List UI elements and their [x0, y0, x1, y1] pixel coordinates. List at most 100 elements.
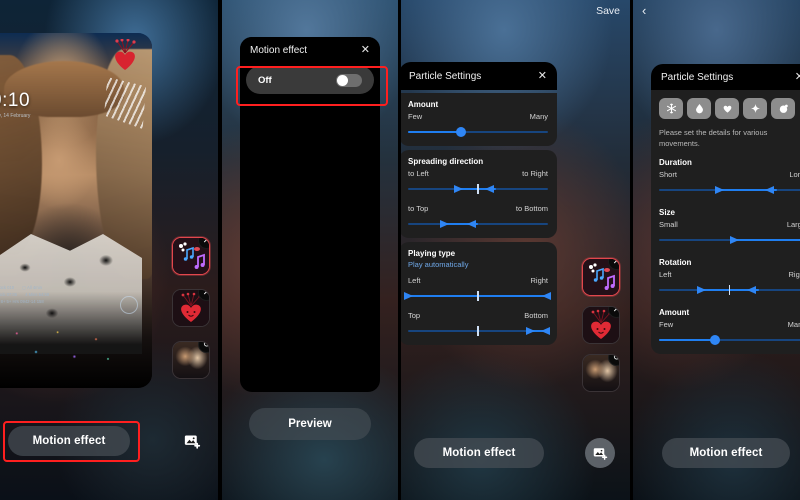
spread-h-max-label: to Right: [522, 169, 548, 178]
amount-max-label: Many: [787, 320, 800, 329]
duration-range-labels: Short Long: [659, 170, 800, 179]
music-sticker-thumbnail[interactable]: ✕: [582, 258, 620, 296]
add-image-icon[interactable]: [177, 426, 207, 456]
close-icon[interactable]: ✕: [361, 44, 370, 56]
spread-v-min-label: to Top: [408, 204, 429, 213]
playing-type-card: Playing type Play automatically Left Rig…: [401, 242, 557, 345]
lockscreen-date: Tuesday, 14 February: [0, 113, 31, 119]
toggle-row-label: Off: [258, 74, 272, 86]
particle-details-card: Please set the details for various movem…: [651, 90, 800, 354]
spread-v-max-label: to Bottom: [515, 204, 548, 213]
amount-label: Amount: [659, 308, 690, 317]
rotation-max-label: Right: [788, 270, 800, 279]
spread-horizontal-slider[interactable]: [408, 184, 548, 194]
amount-range-labels: Few Many: [408, 112, 548, 121]
duration-slider[interactable]: [659, 185, 800, 195]
sheet-header: Motion effect ✕: [240, 37, 380, 63]
size-max-label: Large: [786, 220, 800, 229]
sheet-header: Particle Settings ✕: [651, 64, 800, 90]
motion-effect-sheet: Motion effect ✕ Off: [240, 37, 380, 392]
snowflake-particle-icon[interactable]: [659, 98, 683, 119]
sheet-header: Particle Settings ✕: [401, 62, 557, 90]
amount-slider[interactable]: [408, 127, 548, 137]
play-h-max-label: Right: [530, 276, 548, 285]
screenshot-root: 09:10 Tuesday, 14 February ▢ Lock 010▢ A…: [0, 0, 800, 500]
duration-max-label: Long: [789, 170, 800, 179]
top-bar: Save: [401, 0, 630, 26]
motion-effect-toggle[interactable]: [336, 73, 362, 87]
rotation-min-label: Left: [659, 270, 672, 279]
heart-sticker-icon: [108, 38, 142, 73]
amount-max-label: Many: [529, 112, 548, 121]
sticker-rail: ✕ ✕ ↻: [582, 258, 620, 392]
preview-button[interactable]: Preview: [249, 408, 371, 440]
spread-h-range-labels: to Left to Right: [408, 169, 548, 178]
play-horizontal-slider[interactable]: [403, 291, 552, 301]
particle-description: Please set the details for various movem…: [659, 128, 768, 148]
size-range-labels: Small Large: [659, 220, 800, 229]
size-min-label: Small: [659, 220, 678, 229]
lockscreen-widget: ▢ Lock 010▢ All 4min M Lock 07:064 Mins …: [0, 285, 50, 304]
sheet-title: Particle Settings: [409, 70, 482, 82]
play-h-range-labels: Left Right: [408, 276, 548, 285]
amount-label: Amount: [408, 100, 439, 109]
amount-min-label: Few: [408, 112, 423, 121]
panel-particle-details: ‹ Particle Settings ✕ Please set the det…: [633, 0, 800, 500]
motion-effect-button[interactable]: Motion effect: [662, 438, 790, 468]
spread-v-range-labels: to Top to Bottom: [408, 204, 548, 213]
droplet-particle-icon[interactable]: [687, 98, 711, 119]
phone-lockscreen-preview[interactable]: 09:10 Tuesday, 14 February ▢ Lock 010▢ A…: [0, 33, 152, 388]
amount-range-labels: Few Many: [659, 320, 800, 329]
rotation-range-labels: Left Right: [659, 270, 800, 279]
play-h-min-label: Left: [408, 276, 421, 285]
play-vertical-slider[interactable]: [408, 326, 550, 336]
play-v-max-label: Bottom: [524, 311, 548, 320]
heart-sticker-thumbnail[interactable]: ✕: [172, 289, 210, 327]
bubble-particle-icon[interactable]: [771, 98, 795, 119]
particle-settings-sheet: Particle Settings ✕ Amount Few Many Spre…: [401, 62, 557, 424]
sticker-rail: ✕ ✕ ↻: [172, 237, 210, 379]
duration-min-label: Short: [659, 170, 677, 179]
sheet-title: Motion effect: [250, 44, 308, 56]
heart-sticker-thumbnail[interactable]: ✕: [582, 306, 620, 344]
size-slider[interactable]: [659, 235, 800, 245]
spread-h-min-label: to Left: [408, 169, 429, 178]
music-sticker-thumbnail[interactable]: ✕: [172, 237, 210, 275]
duration-label: Duration: [659, 158, 692, 167]
top-bar: ‹: [633, 0, 800, 26]
amount-card: Amount Few Many: [401, 93, 557, 146]
amount-slider[interactable]: [659, 335, 800, 345]
confetti-particles: [0, 316, 120, 374]
rotation-label: Rotation: [659, 258, 692, 267]
spreading-direction-label: Spreading direction: [408, 157, 484, 166]
amount-min-label: Few: [659, 320, 674, 329]
panel-motion-effect-sheet: Motion effect ✕ Off Preview: [222, 0, 398, 500]
spread-vertical-slider[interactable]: [408, 219, 548, 229]
rotation-slider[interactable]: [659, 285, 800, 295]
back-icon[interactable]: ‹: [642, 4, 646, 17]
panel-particle-settings: Save Particle Settings ✕ Amount Few Many: [401, 0, 630, 500]
panel-editor-preview: 09:10 Tuesday, 14 February ▢ Lock 010▢ A…: [0, 0, 218, 500]
photo-thumbnail[interactable]: ↻: [582, 354, 620, 392]
play-v-range-labels: Top Bottom: [408, 311, 548, 320]
motion-effect-button[interactable]: Motion effect: [8, 426, 130, 456]
spreading-direction-card: Spreading direction to Left to Right to …: [401, 150, 557, 238]
close-icon[interactable]: ✕: [538, 70, 547, 82]
playing-type-value[interactable]: Play automatically: [408, 260, 548, 269]
camera-ring-icon: [120, 296, 138, 314]
add-image-icon[interactable]: [585, 438, 615, 468]
size-label: Size: [659, 208, 676, 217]
close-icon[interactable]: ✕: [795, 71, 800, 83]
sheet-title: Particle Settings: [661, 71, 734, 83]
heart-particle-icon[interactable]: [715, 98, 739, 119]
playing-type-label: Playing type: [408, 249, 456, 258]
photo-thumbnail[interactable]: ↻: [172, 341, 210, 379]
motion-effect-toggle-row[interactable]: Off: [246, 66, 374, 94]
particle-settings-sheet: Particle Settings ✕ Please set the detai…: [651, 64, 800, 434]
lockscreen-clock: 09:10: [0, 90, 31, 111]
sparkle-particle-icon[interactable]: [743, 98, 767, 119]
motion-effect-button[interactable]: Motion effect: [414, 438, 544, 468]
save-button[interactable]: Save: [596, 5, 620, 17]
particle-type-row: [659, 94, 800, 119]
play-v-min-label: Top: [408, 311, 421, 320]
